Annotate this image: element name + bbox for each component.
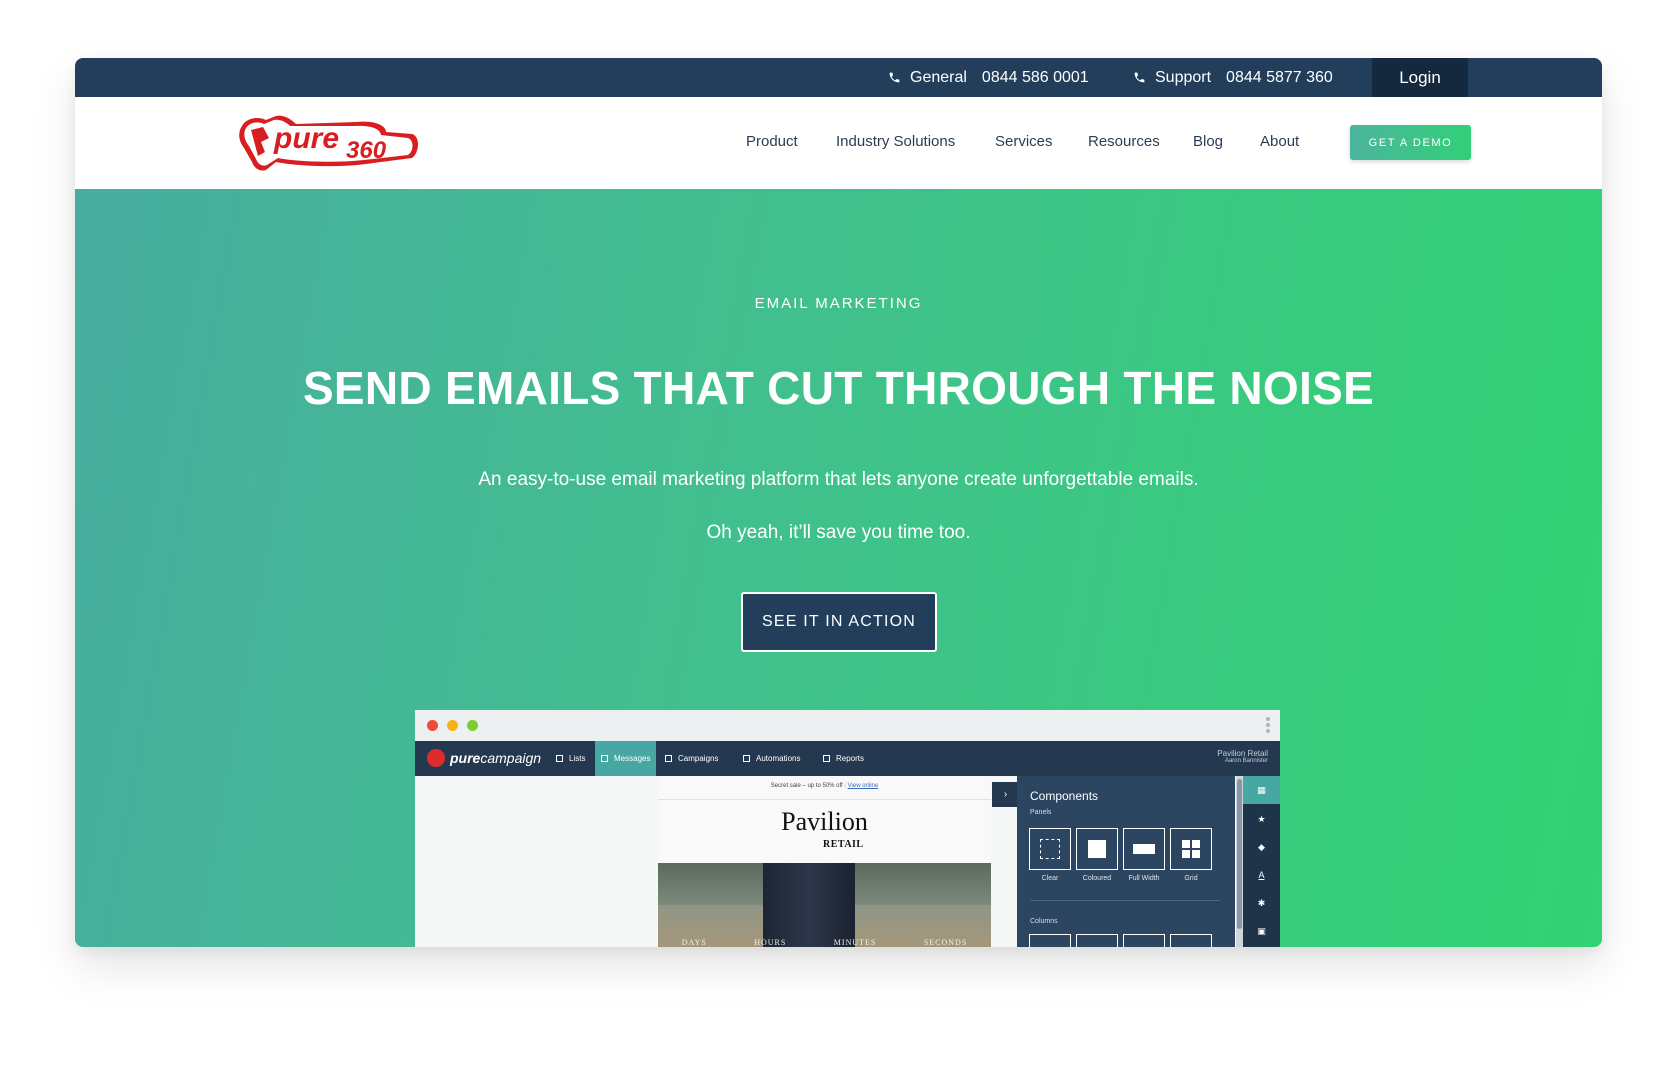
app-tab-label: Messages	[614, 754, 651, 763]
component-label-clear: Clear	[1041, 875, 1059, 882]
login-button[interactable]: Login	[1372, 58, 1468, 97]
star-icon: ★	[1257, 813, 1266, 824]
brand-light: campaign	[480, 750, 542, 766]
nav-services[interactable]: Services	[995, 133, 1053, 150]
column-option	[1123, 934, 1165, 947]
app-tab-automations: Automations	[743, 741, 800, 776]
image-icon: ▣	[1257, 925, 1266, 936]
app-tab-label: Reports	[836, 754, 865, 763]
component-label-coloured: Coloured	[1082, 875, 1112, 882]
window-maximize-dot	[467, 720, 478, 731]
app-tab-label: Campaigns	[678, 754, 719, 763]
general-label: General	[910, 68, 967, 86]
phone-icon	[889, 72, 900, 83]
pure360-logo[interactable]: pure 360	[236, 112, 420, 172]
envelope-icon	[601, 755, 608, 762]
refresh-icon	[743, 755, 750, 762]
app-screenshot: purecampaign Lists Messages Campaigns Au…	[415, 710, 1280, 947]
hero-tagline: Oh yeah, it’ll save you time too.	[706, 522, 971, 543]
preheader-text: Secret sale – up to 50% off	[770, 783, 843, 789]
nav-resources[interactable]: Resources	[1088, 133, 1160, 150]
hero-eyebrow: EMAIL MARKETING	[754, 295, 923, 312]
column-option	[1029, 934, 1071, 947]
email-hero-photo: DAYS HOURS MINUTES SECONDS	[658, 863, 991, 947]
countdown-hours: HOURS	[754, 938, 787, 947]
general-phone[interactable]: 0844 586 0001	[982, 69, 1089, 87]
email-brand: Pavilion	[781, 807, 868, 836]
email-preview: Secret sale – up to 50% off | View onlin…	[658, 776, 991, 947]
app-tab-messages: Messages	[595, 741, 657, 776]
countdown-days: DAYS	[681, 938, 707, 947]
view-online-link: View online	[847, 783, 879, 789]
nav-industry-solutions[interactable]: Industry Solutions	[836, 133, 955, 150]
panels-label: Panels	[1030, 809, 1052, 816]
hero-subtitle: An easy-to-use email marketing platform …	[478, 469, 1199, 490]
app-tab-label: Lists	[569, 754, 586, 763]
email-preheader: Secret sale – up to 50% off | View onlin…	[770, 783, 879, 789]
nav-blog[interactable]: Blog	[1193, 133, 1223, 150]
nav-about[interactable]: About	[1260, 133, 1299, 150]
components-title: Components	[1030, 789, 1099, 803]
chart-icon	[823, 755, 830, 762]
component-label-full-width: Full Width	[1128, 875, 1160, 882]
text-icon: A	[1258, 870, 1265, 880]
logo-360: 360	[346, 137, 387, 164]
user-name: Aaron Bannister	[1224, 758, 1268, 764]
window-close-dot	[427, 720, 438, 731]
email-divider	[658, 799, 991, 800]
phone-icon	[1134, 72, 1145, 83]
list-icon	[556, 755, 563, 762]
components-panel: Components Panels Clear Coloured Full Wi…	[1017, 776, 1235, 947]
paint-bucket-icon: ◆	[1258, 841, 1265, 852]
panel-scrollbar	[1236, 776, 1243, 947]
paper-plane-icon	[427, 749, 445, 767]
hero-section: EMAIL MARKETING SEND EMAILS THAT CUT THR…	[75, 189, 1602, 947]
app-tab-label: Automations	[756, 754, 801, 763]
chevron-right-icon: ›	[992, 782, 1019, 807]
countdown-minutes: MINUTES	[833, 938, 877, 947]
browser-frame: General 0844 586 0001 Support 0844 5877 …	[75, 58, 1602, 947]
component-clear	[1029, 828, 1071, 870]
component-grid	[1170, 828, 1212, 870]
top-utility-bar: General 0844 586 0001 Support 0844 5877 …	[75, 58, 1602, 97]
layout-icon: ▦	[1243, 776, 1280, 804]
columns-label: Columns	[1030, 918, 1058, 925]
component-full-width	[1123, 828, 1165, 870]
component-coloured	[1076, 828, 1118, 870]
support-label: Support	[1155, 68, 1212, 86]
column-option	[1076, 934, 1118, 947]
editor-side-rail: ▦ ★ ◆ A ✱ ▣	[1243, 776, 1280, 947]
app-tab-lists: Lists	[556, 741, 585, 776]
see-it-in-action-button[interactable]: SEE IT IN ACTION	[741, 592, 937, 652]
email-brand-sub: RETAIL	[823, 839, 864, 850]
gear-icon: ✱	[1257, 897, 1266, 908]
brand-bold: pure	[450, 750, 481, 766]
countdown-labels: DAYS HOURS MINUTES SECONDS	[658, 938, 991, 947]
component-label-grid: Grid	[1184, 875, 1198, 882]
kebab-menu-icon	[1266, 717, 1270, 734]
general-contact[interactable]: General 0844 586 0001	[888, 58, 1089, 97]
window-minimize-dot	[447, 720, 458, 731]
editor-canvas: Secret sale – up to 50% off | View onlin…	[415, 776, 1280, 947]
app-tab-campaigns: Campaigns	[665, 741, 718, 776]
purecampaign-logo: purecampaign	[427, 749, 541, 767]
send-icon	[665, 755, 672, 762]
support-phone[interactable]: 0844 5877 360	[1226, 69, 1333, 87]
column-option	[1170, 934, 1212, 947]
get-a-demo-button[interactable]: GET A DEMO	[1350, 125, 1471, 160]
logo-wordmark: pure	[273, 122, 339, 155]
components-divider	[1030, 900, 1220, 901]
app-tab-reports: Reports	[823, 741, 864, 776]
app-navbar: purecampaign Lists Messages Campaigns Au…	[415, 741, 1280, 776]
hero-headline: SEND EMAILS THAT CUT THROUGH THE NOISE	[302, 362, 1375, 414]
user-company: Pavilion Retail	[1217, 749, 1268, 758]
nav-product[interactable]: Product	[746, 133, 798, 150]
app-user-menu: Pavilion Retail Aaron Bannister	[1217, 749, 1268, 764]
window-chrome	[415, 710, 1280, 741]
support-contact[interactable]: Support 0844 5877 360	[1133, 58, 1333, 97]
main-navbar: pure 360 Product Industry Solutions Serv…	[75, 97, 1602, 189]
countdown-seconds: SECONDS	[923, 938, 968, 947]
